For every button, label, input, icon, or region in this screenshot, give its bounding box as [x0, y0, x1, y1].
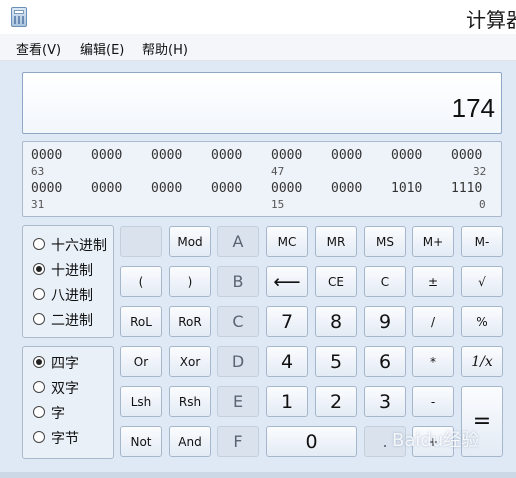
and-button[interactable]: And: [169, 426, 211, 457]
radio-button-checked[interactable]: [33, 356, 45, 368]
menu-bar: 查看(V) 编辑(E) 帮助(H): [0, 34, 516, 61]
menu-edit[interactable]: 编辑(E): [80, 39, 124, 58]
binary-bits-panel: 0000 0000 0000 0000 0000 0000 0000 0000 …: [22, 141, 502, 217]
radio-label: 十进制: [51, 263, 93, 279]
radio-button[interactable]: [33, 406, 45, 418]
clear-button[interactable]: C: [364, 266, 406, 297]
watermark-text: Baidu经验: [392, 430, 480, 451]
right-shift-button[interactable]: Rsh: [169, 386, 211, 417]
digit-5-button[interactable]: 5: [315, 346, 357, 377]
sqrt-button: √: [461, 266, 503, 297]
bit-position-label: 0: [479, 198, 486, 211]
bit-group[interactable]: 0000: [31, 181, 62, 196]
negate-button[interactable]: ±: [412, 266, 454, 297]
blank-button: [120, 226, 162, 257]
left-shift-button[interactable]: Lsh: [120, 386, 162, 417]
subtract-button[interactable]: -: [412, 386, 454, 417]
bit-group[interactable]: 1110: [451, 181, 482, 196]
or-button[interactable]: Or: [120, 346, 162, 377]
radix-group: 十六进制 十进制 八进制 二进制: [22, 225, 114, 338]
radio-button[interactable]: [33, 313, 45, 325]
radio-label: 双字: [51, 381, 79, 397]
radio-label: 字: [51, 406, 65, 422]
radio-button[interactable]: [33, 238, 45, 250]
digit-9-button[interactable]: 9: [364, 306, 406, 337]
xor-button[interactable]: Xor: [169, 346, 211, 377]
bit-group[interactable]: 0000: [451, 148, 482, 163]
hex-f-button: F: [217, 426, 259, 457]
hex-c-button: C: [217, 306, 259, 337]
memory-recall-button[interactable]: MR: [315, 226, 357, 257]
divide-button[interactable]: /: [412, 306, 454, 337]
digit-4-button[interactable]: 4: [266, 346, 308, 377]
word-size-group: 四字 双字 字 字节: [22, 346, 114, 459]
reciprocal-button: 1/x: [461, 346, 503, 377]
menu-help[interactable]: 帮助(H): [142, 39, 188, 58]
digit-2-button[interactable]: 2: [315, 386, 357, 417]
bit-group[interactable]: 0000: [271, 148, 302, 163]
memory-subtract-button[interactable]: M-: [461, 226, 503, 257]
radio-button[interactable]: [33, 431, 45, 443]
result-display: 174: [22, 72, 502, 134]
memory-clear-button[interactable]: MC: [266, 226, 308, 257]
window-title: 计算器: [466, 8, 516, 32]
radio-label: 二进制: [51, 313, 93, 329]
digit-1-button[interactable]: 1: [266, 386, 308, 417]
menu-view[interactable]: 查看(V): [16, 39, 61, 58]
bit-group[interactable]: 0000: [331, 148, 362, 163]
hex-a-button: A: [217, 226, 259, 257]
radio-label: 十六进制: [51, 238, 107, 254]
radio-button-checked[interactable]: [33, 263, 45, 275]
hex-e-button: E: [217, 386, 259, 417]
radio-button[interactable]: [33, 381, 45, 393]
bit-group[interactable]: 0000: [211, 181, 242, 196]
bit-group[interactable]: 0000: [151, 148, 182, 163]
bit-group[interactable]: 0000: [331, 181, 362, 196]
bit-group[interactable]: 0000: [91, 148, 122, 163]
multiply-button[interactable]: *: [412, 346, 454, 377]
digit-8-button[interactable]: 8: [315, 306, 357, 337]
radio-label: 八进制: [51, 288, 93, 304]
bit-group[interactable]: 0000: [151, 181, 182, 196]
window-bottom-edge: [0, 472, 516, 478]
display-value: 174: [451, 93, 495, 123]
memory-store-button[interactable]: MS: [364, 226, 406, 257]
bit-group[interactable]: 0000: [271, 181, 302, 196]
hex-b-button: B: [217, 266, 259, 297]
not-button[interactable]: Not: [120, 426, 162, 457]
bit-group[interactable]: 0000: [31, 148, 62, 163]
digit-7-button[interactable]: 7: [266, 306, 308, 337]
bit-position-label: 63: [31, 165, 45, 178]
digit-6-button[interactable]: 6: [364, 346, 406, 377]
digit-3-button[interactable]: 3: [364, 386, 406, 417]
clear-entry-button[interactable]: CE: [315, 266, 357, 297]
bit-position-label: 47: [271, 165, 285, 178]
hex-d-button: D: [217, 346, 259, 377]
digit-0-button[interactable]: 0: [266, 426, 357, 457]
radio-button[interactable]: [33, 288, 45, 300]
bit-position-label: 15: [271, 198, 285, 211]
backspace-button[interactable]: ⟵: [266, 266, 308, 297]
title-bar: 计算器: [0, 0, 516, 34]
rotate-right-button[interactable]: RoR: [169, 306, 211, 337]
percent-button: %: [461, 306, 503, 337]
rotate-left-button[interactable]: RoL: [120, 306, 162, 337]
radio-label: 四字: [51, 356, 79, 372]
bit-group[interactable]: 0000: [211, 148, 242, 163]
memory-add-button[interactable]: M+: [412, 226, 454, 257]
bit-group[interactable]: 0000: [391, 148, 422, 163]
bit-group[interactable]: 1010: [391, 181, 422, 196]
bit-position-label: 32: [473, 165, 487, 178]
mod-button[interactable]: Mod: [169, 226, 211, 257]
bit-position-label: 31: [31, 198, 45, 211]
left-paren-button[interactable]: (: [120, 266, 162, 297]
radio-label: 字节: [51, 431, 79, 447]
right-paren-button[interactable]: ): [169, 266, 211, 297]
calculator-app-icon[interactable]: [11, 7, 27, 27]
bit-group[interactable]: 0000: [91, 181, 122, 196]
